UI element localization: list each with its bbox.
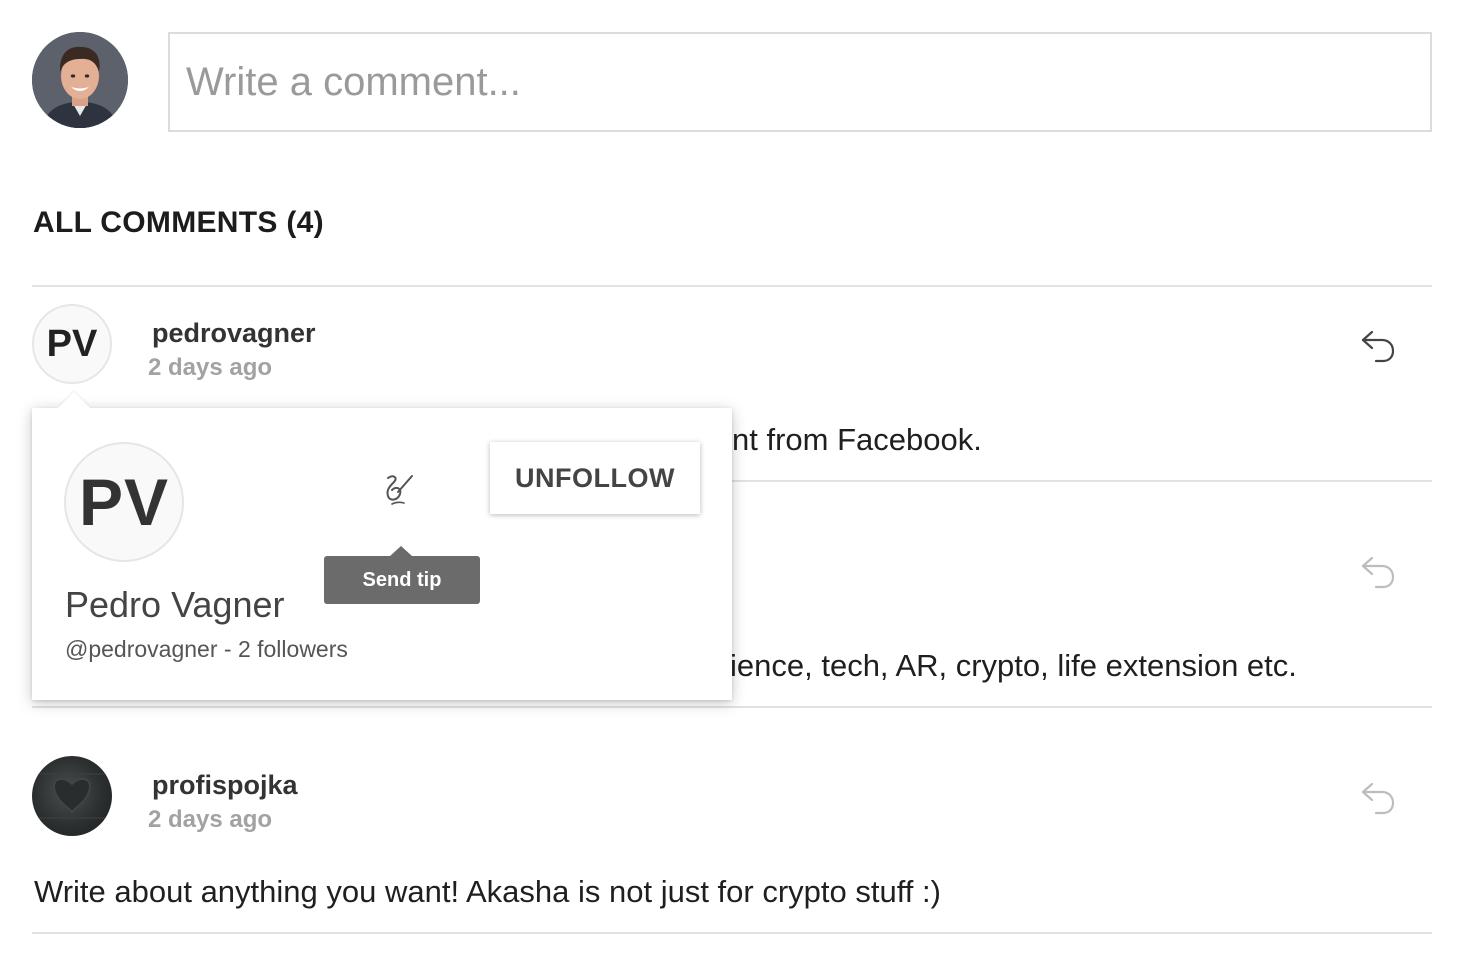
tip-signature-icon <box>386 475 413 505</box>
divider <box>32 706 1432 708</box>
reply-icon[interactable] <box>1360 552 1396 592</box>
comment-avatar[interactable] <box>32 756 112 836</box>
send-tip-tooltip: Send tip <box>324 546 480 604</box>
profile-avatar[interactable]: PV <box>64 442 184 562</box>
reply-arrow-icon <box>1361 330 1395 363</box>
comment-avatar[interactable]: PV <box>32 304 112 384</box>
popover-arrow <box>58 392 90 408</box>
user-photo <box>32 32 128 128</box>
comment-author[interactable]: pedrovagner <box>152 318 316 349</box>
unfollow-button[interactable]: UNFOLLOW <box>490 442 700 514</box>
reply-icon[interactable] <box>1360 778 1396 818</box>
divider <box>32 285 1432 287</box>
comment-text: Write about anything you want! Akasha is… <box>34 874 941 909</box>
reply-icon[interactable] <box>1360 326 1396 366</box>
comment-author[interactable]: profispojka <box>152 770 298 801</box>
all-comments-heading: ALL COMMENTS (4) <box>33 206 324 239</box>
reply-arrow-icon <box>1361 782 1395 815</box>
profile-handle: @pedrovagner - 2 followers <box>65 636 348 662</box>
comment-text: ience, tech, AR, crypto, life extension … <box>730 648 1297 683</box>
avatar-image <box>32 773 112 819</box>
comment-time: 2 days ago <box>148 806 273 833</box>
current-user-avatar <box>32 32 128 128</box>
profile-name[interactable]: Pedro Vagner <box>65 584 284 626</box>
comment-item: profispojka 2 days ago Write about anyth… <box>32 756 1432 932</box>
profile-popover: PV Pedro Vagner @pedrovagner - 2 followe… <box>32 392 732 700</box>
comment-input[interactable] <box>168 32 1432 132</box>
comment-text: nt from Facebook. <box>732 422 982 457</box>
send-tip-button[interactable] <box>376 466 420 510</box>
divider <box>32 932 1432 934</box>
comment-time: 2 days ago <box>148 354 273 381</box>
reply-arrow-icon <box>1361 556 1395 589</box>
